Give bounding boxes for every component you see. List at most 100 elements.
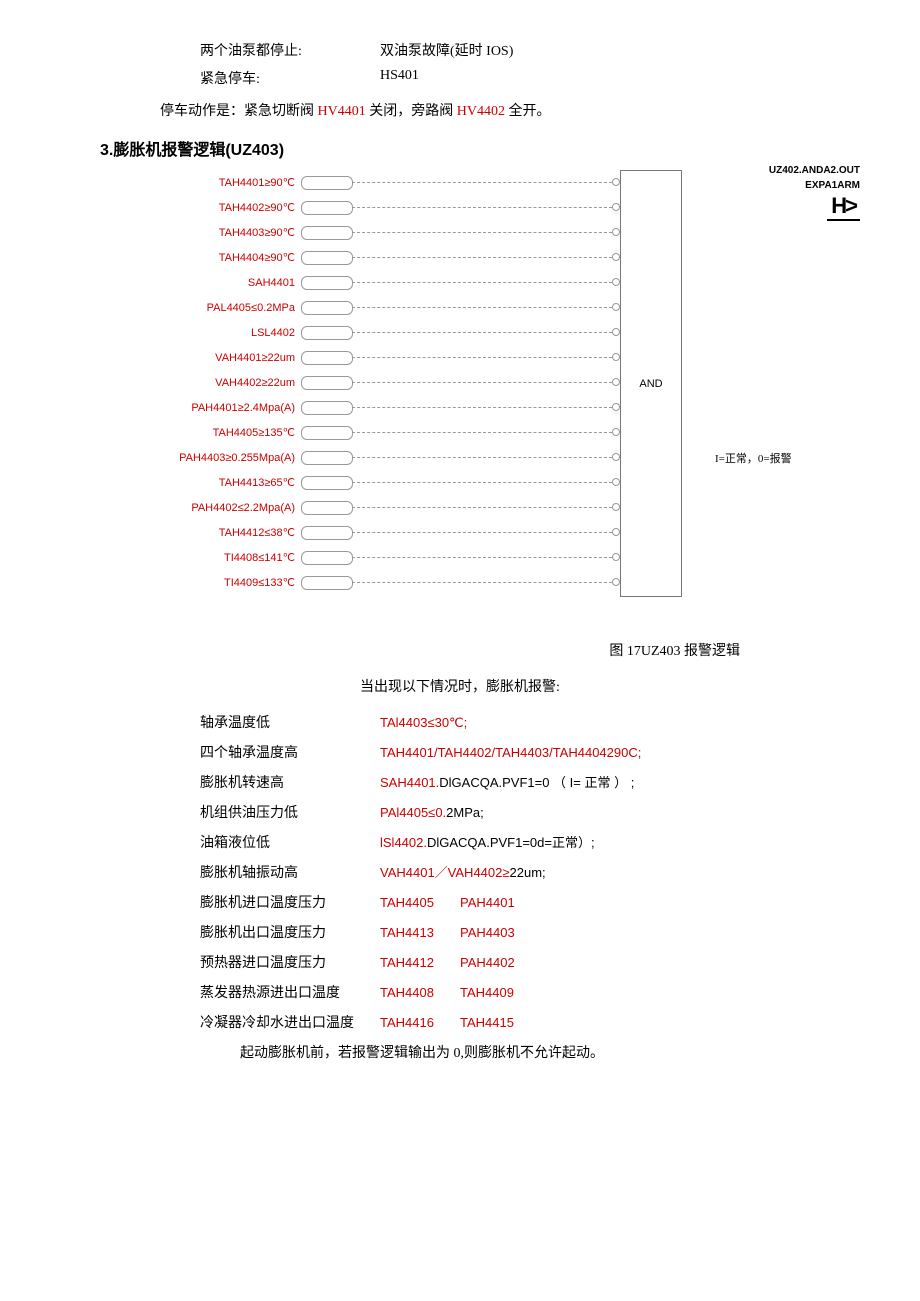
diagram-legend: I=正常，0=报警 (715, 450, 792, 466)
input-row: TAH4404≥90℃ (160, 245, 353, 270)
alarm-label: 膨胀机出口温度压力 (200, 922, 380, 942)
text: 停车动作是：紧急切断阀 (160, 104, 318, 119)
alarm-row: 四个轴承温度高TAH4401/TAH4402/TAH4403/TAH440429… (200, 742, 860, 762)
input-row: VAH4402≥22um (160, 370, 353, 395)
alarm-row: 膨胀机进口温度压力TAH4405PAH4401 (200, 892, 860, 912)
input-label: TAH4404≥90℃ (160, 251, 301, 264)
input-label: VAH4401≥22um (160, 352, 301, 364)
connector-node-icon (612, 228, 620, 236)
alarm-intro: 当出现以下情况时，膨胀机报警: (60, 676, 860, 696)
input-row: TAH4412≤38℃ (160, 520, 353, 545)
connector-node-icon (612, 253, 620, 261)
input-label: TAH4402≥90℃ (160, 201, 301, 214)
input-row: TAH4401≥90℃ (160, 170, 353, 195)
figure-caption: 图 17UZ403 报警逻辑 (60, 640, 740, 660)
connector-node-icon (612, 278, 620, 286)
connector-line (352, 382, 612, 384)
buffer-gate-icon (301, 276, 353, 290)
and-gate: AND (620, 170, 682, 597)
alarm-list: 轴承温度低TAl4403≤30℃; 四个轴承温度高TAH4401/TAH4402/… (200, 712, 860, 1032)
input-label: TAH4413≥65℃ (160, 476, 301, 489)
connector-node-icon (612, 403, 620, 411)
connector-line (352, 557, 612, 559)
def-label: 两个油泵都停止: (200, 40, 380, 60)
output-labels: UZ402.ANDA2.OUT EXPA1ARM H> (720, 165, 860, 221)
connector-node-icon (612, 178, 620, 186)
alarm-row: 蒸发器热源进出口温度TAH4408TAH4409 (200, 982, 860, 1002)
alarm-label: 预热器进口温度压力 (200, 952, 380, 972)
footnote: 起动膨胀机前，若报警逻辑输出为 0,则膨胀机不允许起动。 (240, 1042, 860, 1062)
alarm-value: TAH4416TAH4415 (380, 1015, 514, 1030)
input-label: LSL4402 (160, 327, 301, 339)
h-symbol: H> (827, 193, 860, 221)
buffer-gate-icon (301, 526, 353, 540)
buffer-gate-icon (301, 351, 353, 365)
connector-node-icon (612, 353, 620, 361)
alarm-label: 膨胀机轴振动高 (200, 862, 380, 882)
connector-line (352, 432, 612, 434)
buffer-gate-icon (301, 451, 353, 465)
alarm-value: TAH4408TAH4409 (380, 985, 514, 1000)
def-value: 双油泵故障(延时 IOS) (380, 40, 513, 60)
alarm-label: 油箱液位低 (200, 832, 380, 852)
connector-line (352, 582, 612, 584)
alarm-value: SAH4401.DlGACQA.PVF1=0 （ I= 正常 ） ; (380, 772, 634, 791)
connector-line (352, 407, 612, 409)
connector-line (352, 207, 612, 209)
def-value: HS401 (380, 68, 419, 88)
buffer-gate-icon (301, 201, 353, 215)
alarm-label: 轴承温度低 (200, 712, 380, 732)
input-row: TAH4413≥65℃ (160, 470, 353, 495)
connector-line (352, 282, 612, 284)
connector-line (352, 482, 612, 484)
connector-line (352, 457, 612, 459)
input-row: SAH4401 (160, 270, 353, 295)
connector-line (352, 532, 612, 534)
section-heading: 3.膨胀机报警逻辑(UZ403) (100, 136, 860, 160)
connector-node-icon (612, 203, 620, 211)
alarm-value: PAl4405≤0.2MPa; (380, 805, 484, 820)
connector-line (352, 507, 612, 509)
buffer-gate-icon (301, 251, 353, 265)
text: 全开。 (505, 104, 551, 119)
connector-node-icon (612, 303, 620, 311)
buffer-gate-icon (301, 501, 353, 515)
tag-hv4402: HV4402 (457, 104, 505, 119)
input-row: TI4408≤141℃ (160, 545, 353, 570)
alarm-value: TAH4405PAH4401 (380, 895, 515, 910)
connector-line (352, 332, 612, 334)
alarm-row: 轴承温度低TAl4403≤30℃; (200, 712, 860, 732)
input-row: TAH4403≥90℃ (160, 220, 353, 245)
connector-line (352, 257, 612, 259)
buffer-gate-icon (301, 301, 353, 315)
alarm-label: 冷凝器冷却水进出口温度 (200, 1012, 380, 1032)
alarm-row: 膨胀机出口温度压力TAH4413PAH4403 (200, 922, 860, 942)
connector-node-icon (612, 328, 620, 336)
input-label: SAH4401 (160, 277, 301, 289)
input-label: TAH4405≥135℃ (160, 426, 301, 439)
connector-line (352, 182, 612, 184)
buffer-gate-icon (301, 401, 353, 415)
input-row: VAH4401≥22um (160, 345, 353, 370)
buffer-gate-icon (301, 476, 353, 490)
input-label: PAH4401≥2.4Mpa(A) (160, 402, 301, 414)
alarm-label: 蒸发器热源进出口温度 (200, 982, 380, 1002)
def-label: 紧急停车: (200, 68, 380, 88)
text: 关闭，旁路阀 (366, 104, 457, 119)
input-row: TAH4402≥90℃ (160, 195, 353, 220)
input-label: TI4408≤141℃ (160, 551, 301, 564)
alarm-row: 油箱液位低lSl4402.DlGACQA.PVF1=0d=正常）; (200, 832, 860, 852)
input-row: LSL4402 (160, 320, 353, 345)
alarm-value: TAH4412PAH4402 (380, 955, 515, 970)
input-label: TAH4412≤38℃ (160, 526, 301, 539)
buffer-gate-icon (301, 226, 353, 240)
connector-node-icon (612, 478, 620, 486)
connector-node-icon (612, 503, 620, 511)
output-line-2: EXPA1ARM (720, 180, 860, 191)
buffer-gate-icon (301, 426, 353, 440)
connector-node-icon (612, 453, 620, 461)
input-row: PAH4403≥0.255Mpa(A) (160, 445, 353, 470)
buffer-gate-icon (301, 551, 353, 565)
connector-line (352, 232, 612, 234)
connector-node-icon (612, 428, 620, 436)
